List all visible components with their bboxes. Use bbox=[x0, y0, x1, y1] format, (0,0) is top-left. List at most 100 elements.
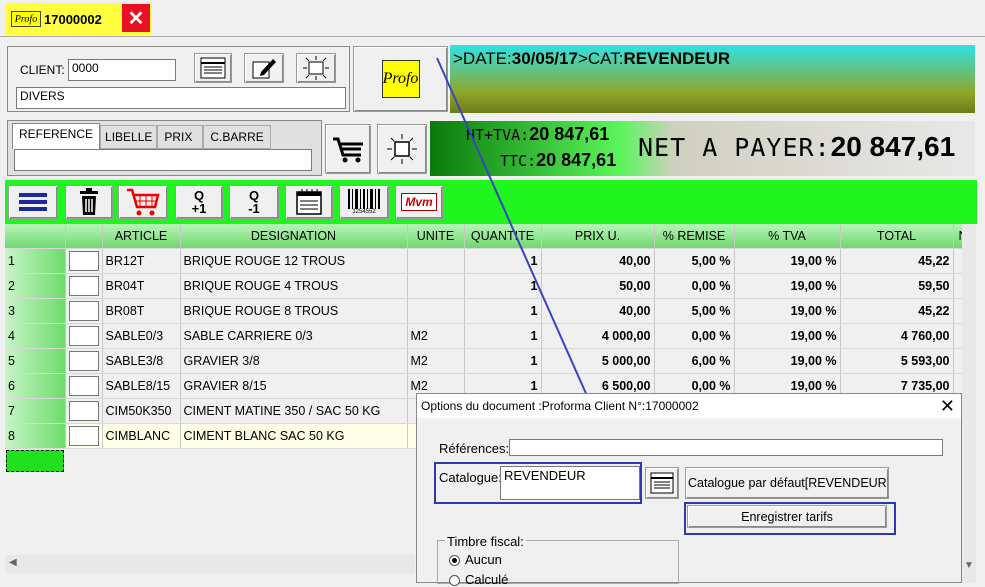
cell-unite[interactable] bbox=[407, 273, 465, 299]
row-select-checkbox[interactable] bbox=[68, 250, 99, 271]
table-row[interactable]: 3 BR08T BRIQUE ROUGE 8 TROUS 1 40,00 5,00 % 19… bbox=[5, 298, 974, 324]
col-total[interactable]: TOTAL bbox=[840, 224, 954, 249]
tab-reference[interactable]: REFERENCE bbox=[12, 123, 101, 149]
cell-quantite[interactable]: 1 bbox=[464, 273, 542, 299]
cell-unite[interactable]: M2 bbox=[407, 323, 465, 349]
cell-article[interactable]: SABLE8/15 bbox=[102, 373, 181, 399]
scroll-down-icon[interactable]: ▼ bbox=[964, 560, 974, 571]
cell-tva[interactable]: 19,00 % bbox=[734, 323, 841, 349]
references-input[interactable] bbox=[509, 439, 943, 456]
search-input[interactable] bbox=[14, 149, 312, 171]
row-select-checkbox[interactable] bbox=[68, 325, 99, 346]
client-edit-button[interactable] bbox=[244, 53, 284, 83]
cell-prix[interactable]: 40,00 bbox=[541, 248, 655, 274]
cell-remise[interactable]: 5,00 % bbox=[654, 248, 735, 274]
barcode-button[interactable]: 1254552 bbox=[339, 185, 389, 219]
radio-none[interactable]: Aucun bbox=[449, 552, 502, 567]
cell-remise[interactable]: 5,00 % bbox=[654, 298, 735, 324]
row-select-checkbox[interactable] bbox=[68, 425, 99, 446]
menu-button[interactable] bbox=[8, 185, 58, 219]
cell-designation[interactable]: BRIQUE ROUGE 8 TROUS bbox=[180, 298, 408, 324]
row-number[interactable]: 2 bbox=[5, 273, 66, 299]
cell-designation[interactable]: BRIQUE ROUGE 12 TROUS bbox=[180, 248, 408, 274]
cell-quantite[interactable]: 1 bbox=[464, 248, 542, 274]
cell-remise[interactable]: 0,00 % bbox=[654, 273, 735, 299]
col-article[interactable]: ARTICLE bbox=[102, 224, 181, 249]
row-select-checkbox[interactable] bbox=[68, 350, 99, 371]
radio-none-icon[interactable] bbox=[449, 555, 460, 567]
cell-article[interactable]: CIM50K350 bbox=[102, 398, 181, 424]
cell-prix[interactable]: 50,00 bbox=[541, 273, 655, 299]
save-prices-button[interactable]: Enregistrer tarifs bbox=[687, 505, 887, 528]
table-row[interactable]: 4 SABLE0/3 SABLE CARRIERE 0/3 M2 1 4 000,00 0,… bbox=[5, 323, 974, 349]
proforma-button[interactable]: Profo bbox=[353, 46, 448, 112]
cell-remise[interactable]: 6,00 % bbox=[654, 348, 735, 374]
qty-minus-button[interactable]: Q -1 bbox=[229, 185, 279, 219]
row-select-checkbox[interactable] bbox=[68, 400, 99, 421]
cell-article[interactable]: SABLE0/3 bbox=[102, 323, 181, 349]
add-to-cart-button[interactable] bbox=[325, 124, 371, 174]
cell-designation[interactable]: BRIQUE ROUGE 4 TROUS bbox=[180, 273, 408, 299]
cell-tva[interactable]: 19,00 % bbox=[734, 248, 841, 274]
row-select-checkbox[interactable] bbox=[68, 375, 99, 396]
cell-quantite[interactable]: 1 bbox=[464, 348, 542, 374]
cell-unite[interactable] bbox=[407, 298, 465, 324]
col-quantite[interactable]: QUANTITE bbox=[464, 224, 542, 249]
cell-total[interactable]: 59,50 bbox=[840, 273, 954, 299]
new-article-button[interactable] bbox=[377, 124, 427, 174]
col-designation[interactable]: DESIGNATION bbox=[180, 224, 408, 249]
table-row[interactable]: 1 BR12T BRIQUE ROUGE 12 TROUS 1 40,00 5,00 % 1… bbox=[5, 248, 974, 274]
col-prix[interactable]: PRIX U. bbox=[541, 224, 655, 249]
cell-prix[interactable]: 4 000,00 bbox=[541, 323, 655, 349]
catalogue-list-button[interactable] bbox=[645, 467, 679, 499]
cell-designation[interactable]: CIMENT MATINE 350 / SAC 50 KG bbox=[180, 398, 408, 424]
cell-tva[interactable]: 19,00 % bbox=[734, 348, 841, 374]
row-number[interactable]: 7 bbox=[5, 398, 66, 424]
row-number[interactable]: 4 bbox=[5, 323, 66, 349]
cell-quantite[interactable]: 1 bbox=[464, 323, 542, 349]
table-row[interactable]: 5 SABLE3/8 GRAVIER 3/8 M2 1 5 000,00 6,00 % 19,… bbox=[5, 348, 974, 374]
tab-barcode[interactable]: C.BARRE bbox=[203, 125, 271, 149]
table-row[interactable]: 2 BR04T BRIQUE ROUGE 4 TROUS 1 50,00 0,00 % 19… bbox=[5, 273, 974, 299]
cell-tva[interactable]: 19,00 % bbox=[734, 298, 841, 324]
cell-unite[interactable]: M2 bbox=[407, 348, 465, 374]
default-catalogue-button[interactable]: Catalogue par défaut[REVENDEUR bbox=[685, 467, 889, 499]
new-row-marker[interactable] bbox=[6, 450, 64, 472]
radio-calc[interactable]: Calculé bbox=[449, 572, 508, 587]
cell-unite[interactable] bbox=[407, 248, 465, 274]
calendar-button[interactable] bbox=[285, 185, 333, 219]
cell-quantite[interactable]: 1 bbox=[464, 298, 542, 324]
cell-article[interactable]: BR08T bbox=[102, 298, 181, 324]
cell-total[interactable]: 45,22 bbox=[840, 298, 954, 324]
movement-button[interactable]: Mvm bbox=[395, 185, 443, 219]
client-name-field[interactable]: DIVERS bbox=[16, 87, 346, 109]
row-number[interactable]: 6 bbox=[5, 373, 66, 399]
client-list-button[interactable] bbox=[194, 53, 232, 83]
vertical-scrollbar[interactable] bbox=[962, 224, 976, 583]
cell-designation[interactable]: CIMENT BLANC SAC 50 KG bbox=[180, 423, 408, 449]
col-unite[interactable]: UNITE bbox=[407, 224, 465, 249]
row-number[interactable]: 3 bbox=[5, 298, 66, 324]
col-tva[interactable]: % TVA bbox=[734, 224, 841, 249]
cell-article[interactable]: BR12T bbox=[102, 248, 181, 274]
row-select-checkbox[interactable] bbox=[68, 300, 99, 321]
cell-total[interactable]: 5 593,00 bbox=[840, 348, 954, 374]
client-code-input[interactable]: 0000 bbox=[68, 59, 176, 81]
cell-remise[interactable]: 0,00 % bbox=[654, 323, 735, 349]
row-number[interactable]: 8 bbox=[5, 423, 66, 449]
catalogue-field[interactable]: REVENDEUR bbox=[500, 466, 640, 500]
row-select-checkbox[interactable] bbox=[68, 275, 99, 296]
cell-tva[interactable]: 19,00 % bbox=[734, 273, 841, 299]
cell-article[interactable]: BR04T bbox=[102, 273, 181, 299]
radio-calc-icon[interactable] bbox=[449, 575, 460, 587]
horizontal-scrollbar[interactable]: ◀ bbox=[5, 555, 415, 573]
cell-article[interactable]: CIMBLANC bbox=[102, 423, 181, 449]
cell-prix[interactable]: 40,00 bbox=[541, 298, 655, 324]
cell-article[interactable]: SABLE3/8 bbox=[102, 348, 181, 374]
delete-button[interactable] bbox=[65, 185, 113, 219]
tab-prix[interactable]: PRIX bbox=[157, 125, 204, 149]
col-remise[interactable]: % REMISE bbox=[654, 224, 735, 249]
row-number[interactable]: 5 bbox=[5, 348, 66, 374]
cell-prix[interactable]: 5 000,00 bbox=[541, 348, 655, 374]
cell-designation[interactable]: SABLE CARRIERE 0/3 bbox=[180, 323, 408, 349]
